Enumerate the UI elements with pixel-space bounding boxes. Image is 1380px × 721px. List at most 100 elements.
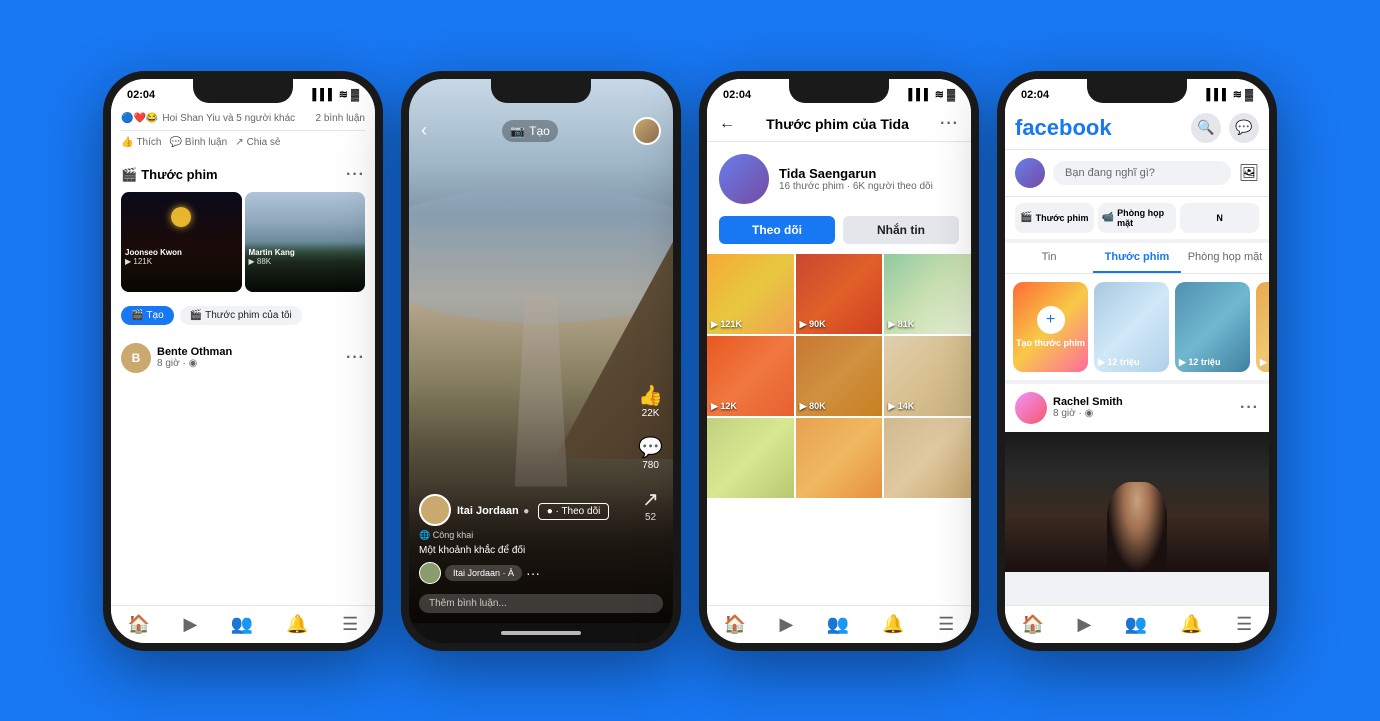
reels-scroll-4: + Tạo thước phim ▶ 12 triệu — [1005, 274, 1269, 380]
reel-card-4-2[interactable]: ▶ 12 triệu — [1175, 282, 1250, 372]
reaction-row: 🔵❤️😂 Hoi Shan Yiu và 5 người khác 2 bình… — [121, 113, 365, 124]
follow-btn-video[interactable]: ● · Theo dõi — [538, 503, 610, 520]
my-reels-tab[interactable]: 🎬 Thước phim của tôi — [180, 306, 302, 325]
video-thumb-1[interactable]: ▶ 121K — [707, 254, 794, 334]
person-silhouette — [1107, 482, 1167, 572]
nav-play-3[interactable]: ▶ — [779, 614, 793, 635]
tab-reels[interactable]: Thước phim — [1093, 243, 1181, 273]
wifi-3: ≋ — [935, 88, 944, 101]
creator-more[interactable]: ··· — [940, 115, 959, 133]
video-thumb-4[interactable]: ▶ 12K — [707, 336, 794, 416]
comment-count: 780 — [638, 460, 663, 471]
nav-play-4[interactable]: ▶ — [1077, 614, 1091, 635]
camera-create-btn[interactable]: 📷 Tạo — [502, 120, 558, 142]
comment-icon: 💬 — [169, 137, 181, 148]
video-bottom: Itai Jordaan ● ● · Theo dõi 🌐 Công khai … — [409, 484, 673, 623]
create-bg: + Tạo thước phim — [1013, 282, 1088, 372]
post-image-area — [1005, 432, 1269, 572]
messenger-btn-4[interactable]: 💬 — [1229, 113, 1259, 143]
video-thumb-6[interactable]: ▶ 14K — [884, 336, 971, 416]
search-btn-4[interactable]: 🔍 — [1191, 113, 1221, 143]
back-btn[interactable]: ‹ — [421, 120, 427, 141]
battery-icon-1: ▓ — [351, 89, 359, 101]
signal-icon-1: ▌▌▌ — [312, 89, 335, 101]
nav-menu-3[interactable]: ☰ — [938, 614, 954, 635]
status-time-4: 02:04 — [1021, 89, 1049, 101]
like-icon: 👍 — [121, 137, 133, 148]
reel-item-1[interactable]: Joonseo Kwon ▶ 121K — [121, 192, 242, 292]
user-avatar-4 — [1015, 158, 1045, 188]
thumb-views-5: ▶ 80K — [800, 401, 826, 412]
reels-section: 🎬 Thước phim ··· Joonseo Kwon ▶ 121K — [111, 158, 375, 331]
reaction-text: Hoi Shan Yiu và 5 người khác — [162, 113, 295, 124]
like-control[interactable]: 👍 22K — [638, 383, 663, 419]
like-count: 22K — [638, 408, 663, 419]
nav-menu-1[interactable]: ☰ — [342, 614, 358, 635]
video-author-avatar[interactable] — [419, 494, 451, 526]
status-time-3: 02:04 — [723, 89, 751, 101]
share-btn[interactable]: ↗ Chia sẻ — [235, 137, 280, 148]
comment-btn[interactable]: 💬 Bình luận — [169, 137, 227, 148]
create-reel-card[interactable]: + Tạo thước phim — [1013, 282, 1088, 372]
reel-thumb-4-1: ▶ 12 triệu — [1094, 282, 1169, 372]
video-privacy: 🌐 Công khai — [419, 530, 663, 541]
reels-grid: Joonseo Kwon ▶ 121K Martin Kang ▶ 88K — [111, 192, 375, 300]
post-author-section: B Bente Othman 8 giờ · ◉ ··· — [111, 335, 375, 381]
reel-card-4-3[interactable]: ▶ 12... — [1256, 282, 1269, 372]
creator-stats: 16 thước phim · 6K người theo dõi — [779, 181, 933, 192]
author-name: Bente Othman — [157, 346, 340, 358]
message-button[interactable]: Nhắn tin — [843, 216, 959, 244]
video-author-row: Itai Jordaan ● ● · Theo dõi — [419, 494, 663, 526]
status-icons-4: ▌▌▌ ≋ ▓ — [1206, 88, 1253, 101]
nav-people-1[interactable]: 👥 — [231, 614, 253, 635]
nav-bell-4[interactable]: 🔔 — [1180, 614, 1202, 635]
story-text-input[interactable]: Bạn đang nghĩ gì? — [1053, 161, 1231, 185]
post-more[interactable]: ··· — [346, 349, 365, 367]
video-thumb-9[interactable] — [884, 418, 971, 498]
creator-name: Tida Saengarun — [779, 166, 933, 181]
phone3-content: ← Thước phim của Tida ··· Tida Saengarun… — [707, 107, 971, 605]
tab-rooms[interactable]: Phòng họp mặt — [1181, 243, 1269, 273]
comment-control[interactable]: 💬 780 — [638, 435, 663, 471]
spacer — [419, 588, 663, 594]
create-tab[interactable]: 🎬 Tạo — [121, 306, 174, 325]
creator-page-title: Thước phim của Tida — [766, 116, 909, 132]
like-btn[interactable]: 👍 Thích — [121, 137, 161, 148]
profile-avatar-video[interactable] — [633, 117, 661, 145]
qa-rooms-btn[interactable]: 📹 Phòng họp mặt — [1098, 203, 1177, 233]
follow-button[interactable]: Theo dõi — [719, 216, 835, 244]
nav-bell-3[interactable]: 🔔 — [882, 614, 904, 635]
video-thumb-8[interactable] — [796, 418, 883, 498]
phone-4: 02:04 ▌▌▌ ≋ ▓ facebook 🔍 💬 Bạn đang nghĩ… — [997, 71, 1277, 651]
nav-home-1[interactable]: 🏠 — [128, 614, 150, 635]
post-card-4: Rachel Smith 8 giờ · ◉ ··· — [1005, 384, 1269, 572]
road-scene: Martin Kang ▶ 88K — [245, 192, 366, 292]
action-row: 👍 Thích 💬 Bình luận ↗ Chia sẻ — [121, 130, 365, 148]
video-thumb-3[interactable]: ▶ 81K — [884, 254, 971, 334]
video-thumb-2[interactable]: ▶ 90K — [796, 254, 883, 334]
photo-icon-4[interactable]: 🖼 — [1239, 163, 1259, 183]
nav-people-3[interactable]: 👥 — [827, 614, 849, 635]
reel-item-2[interactable]: Martin Kang ▶ 88K — [245, 192, 366, 292]
reel-card-4-1[interactable]: ▶ 12 triệu — [1094, 282, 1169, 372]
tab-feed[interactable]: Tin — [1005, 243, 1093, 273]
home-indicator-2 — [409, 623, 673, 643]
creator-actions: Theo dõi Nhắn tin — [707, 216, 971, 254]
post-card-name: Rachel Smith — [1053, 396, 1234, 408]
post-card-more[interactable]: ··· — [1240, 399, 1259, 417]
nav-people-4[interactable]: 👥 — [1125, 614, 1147, 635]
creator-back-btn[interactable]: ← — [719, 115, 735, 133]
reels-more[interactable]: ··· — [346, 166, 365, 184]
my-reels-icon: 🎬 — [190, 310, 202, 321]
qa-reels-btn[interactable]: 🎬 Thước phim — [1015, 203, 1094, 233]
video-thumb-5[interactable]: ▶ 80K — [796, 336, 883, 416]
nav-play-1[interactable]: ▶ — [183, 614, 197, 635]
commenter-more[interactable]: ··· — [526, 565, 540, 581]
comment-input-row[interactable]: Thêm bình luận... — [419, 594, 663, 613]
video-thumb-7[interactable] — [707, 418, 794, 498]
qa-n-btn[interactable]: N — [1180, 203, 1259, 233]
nav-bell-1[interactable]: 🔔 — [286, 614, 308, 635]
nav-home-4[interactable]: 🏠 — [1022, 614, 1044, 635]
nav-home-3[interactable]: 🏠 — [724, 614, 746, 635]
nav-menu-4[interactable]: ☰ — [1236, 614, 1252, 635]
